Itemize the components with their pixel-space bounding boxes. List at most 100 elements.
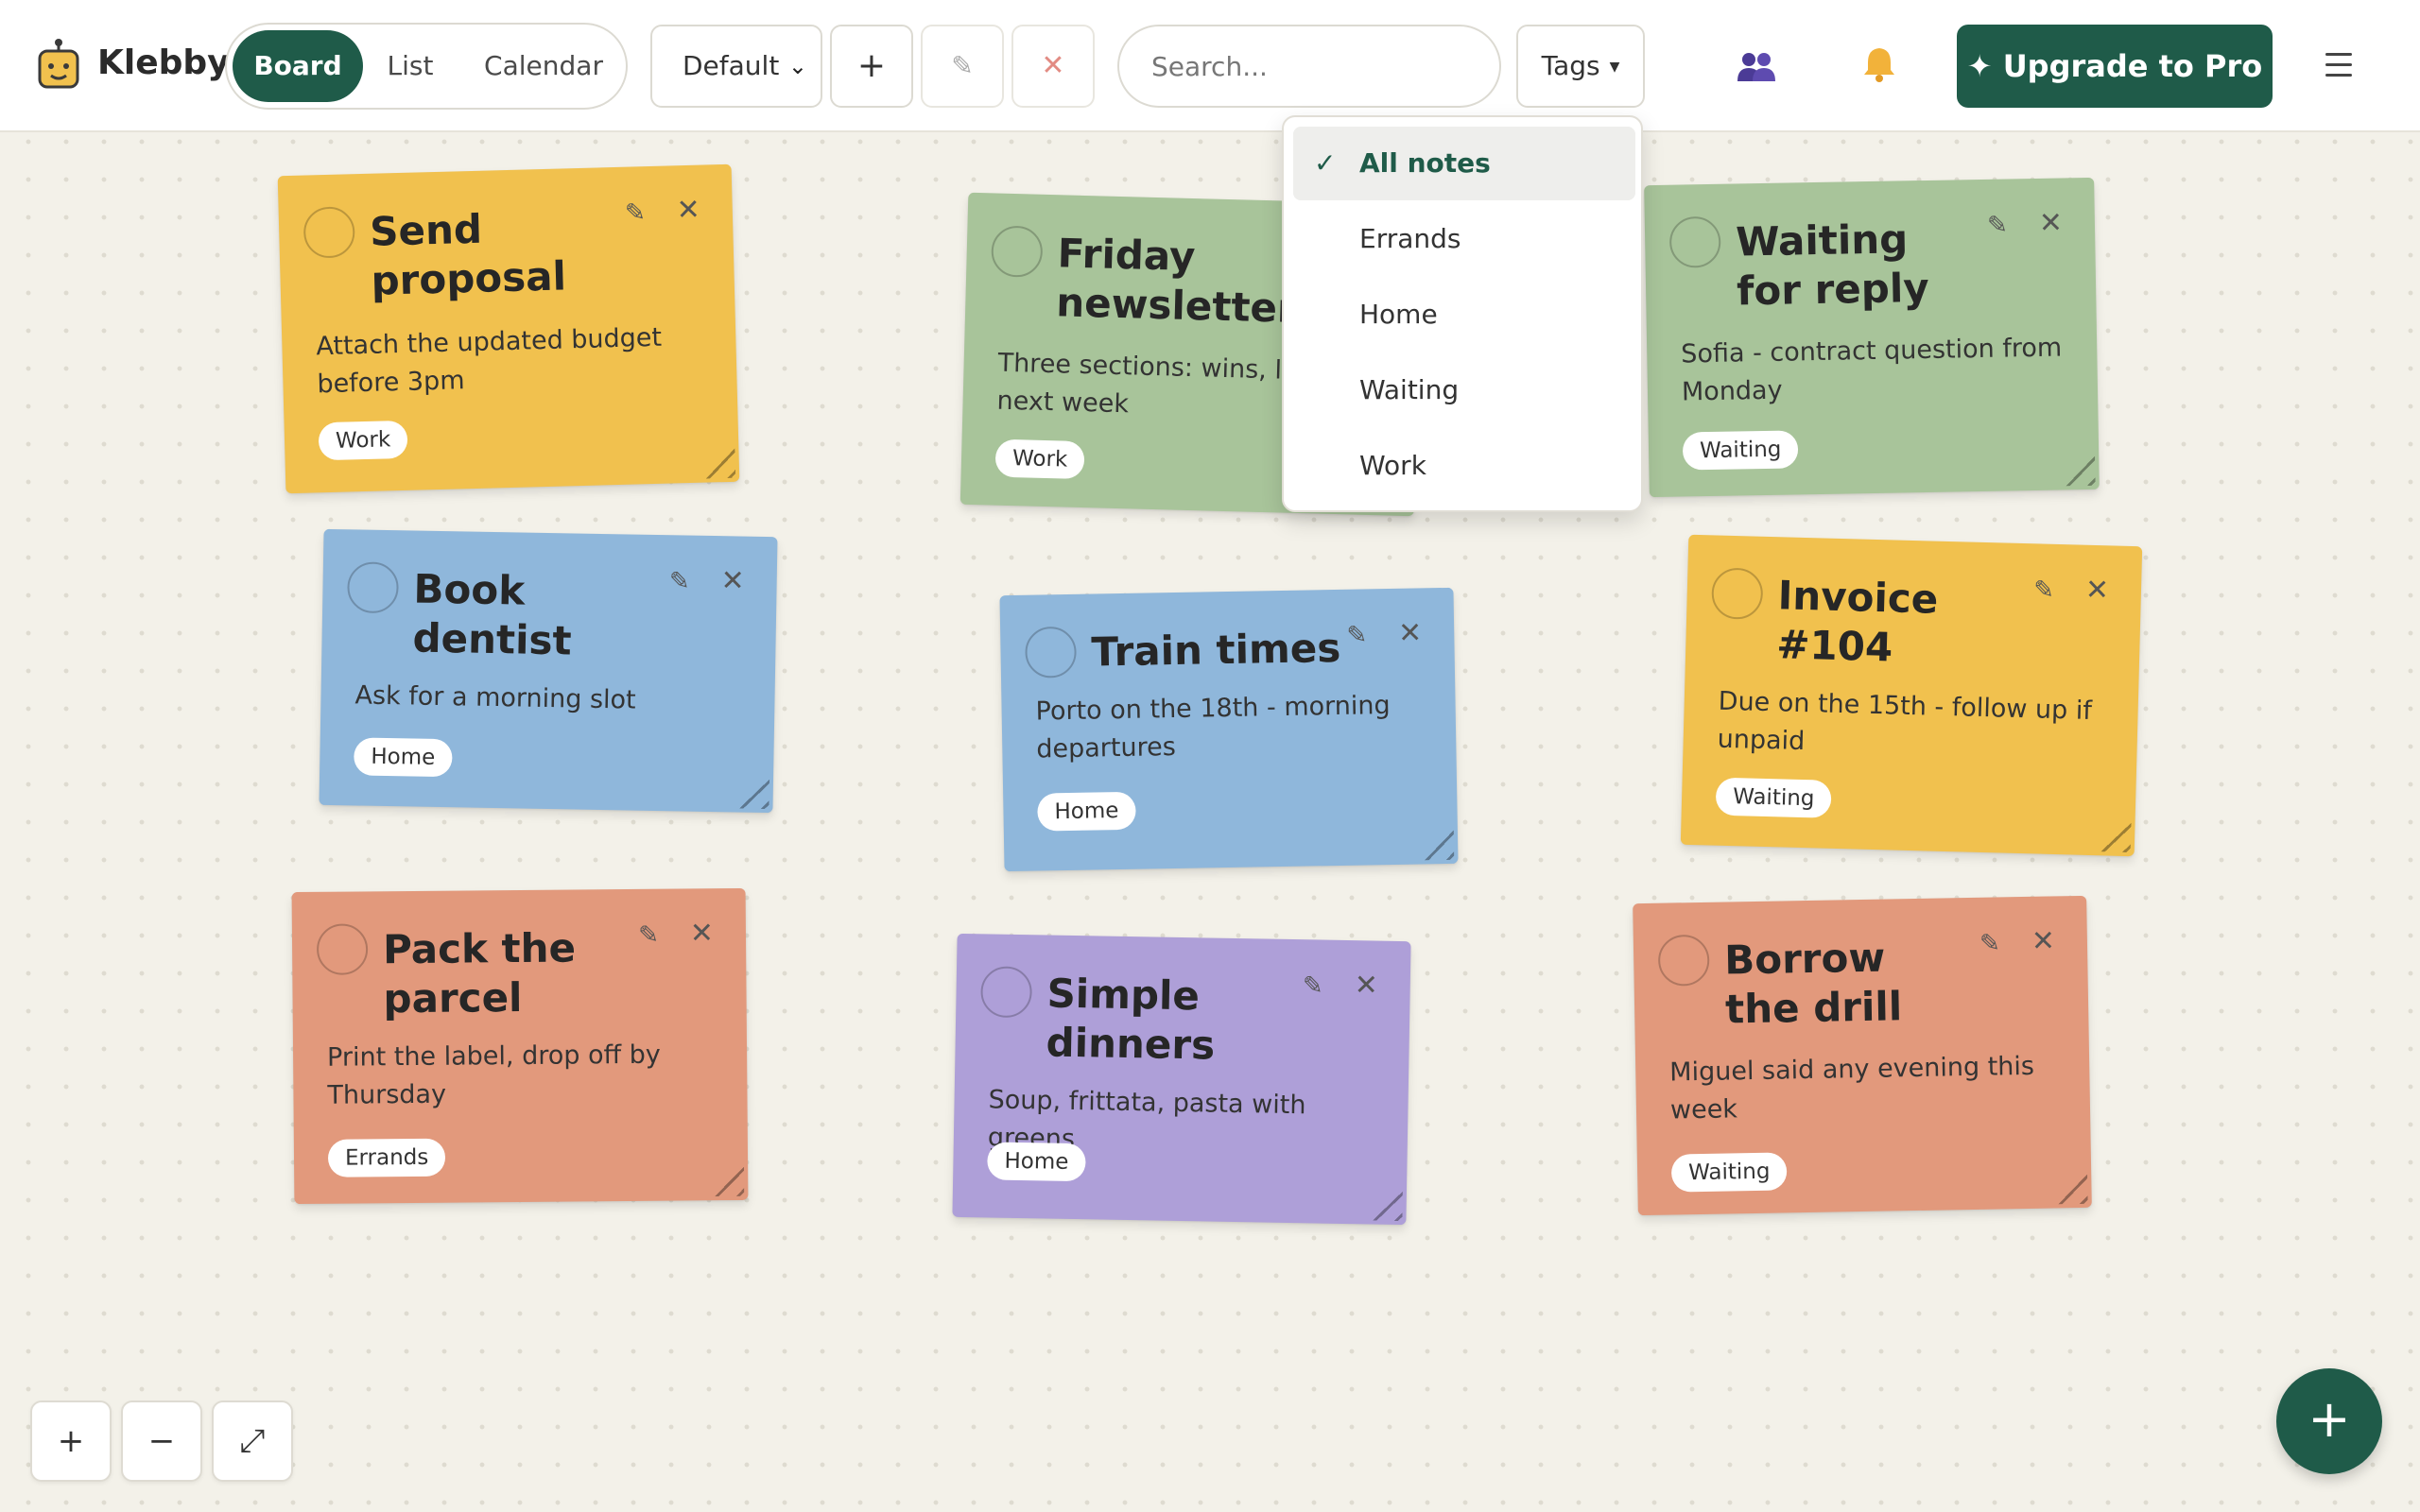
note-edit-pencil-icon[interactable]: ✎ (638, 921, 659, 950)
note-edit-pencil-icon[interactable]: ✎ (1987, 211, 2008, 239)
note-complete-checkbox[interactable] (347, 561, 399, 614)
note-tag: Waiting (1670, 1152, 1788, 1193)
note-card[interactable]: Pack the parcel Print the label, drop of… (291, 887, 749, 1205)
note-edit-pencil-icon[interactable]: ✎ (2033, 576, 2055, 605)
note-body: Print the label, drop off by Thursday (326, 1040, 661, 1110)
view-list-button[interactable]: List (367, 30, 454, 102)
note-close-icon[interactable]: ✕ (1354, 969, 1378, 1002)
board-select[interactable]: Default ⌄ (650, 25, 822, 108)
note-card[interactable]: Borrow the drill Miguel said any evening… (1633, 895, 2092, 1216)
note-tag: Home (987, 1142, 1086, 1182)
tags-menu-item-all-notes[interactable]: ✓ All notes (1293, 127, 1635, 200)
caret-down-icon: ▼ (1609, 60, 1620, 75)
resize-handle[interactable] (727, 766, 769, 809)
note-title: Waiting for reply (1735, 215, 1930, 315)
note-tag: Home (1037, 791, 1136, 832)
note-edit-pencil-icon[interactable]: ✎ (1303, 971, 1323, 1000)
note-close-icon[interactable]: ✕ (676, 194, 700, 228)
note-close-icon[interactable]: ✕ (690, 917, 714, 950)
note-edit-pencil-icon[interactable]: ✎ (669, 567, 690, 595)
tags-menu-item-work[interactable]: Work (1293, 429, 1635, 503)
note-card[interactable]: Train times Porto on the 18th - morning … (999, 587, 1459, 872)
note-body: Sofia - contract question from Monday (1681, 333, 2063, 407)
note-complete-checkbox[interactable] (980, 966, 1033, 1019)
app-brand: Klebby (97, 43, 230, 82)
menu-item-label: Waiting (1359, 374, 1460, 405)
view-switcher: Board List Calendar (225, 23, 628, 110)
note-complete-checkbox[interactable] (316, 923, 369, 975)
note-tag: Waiting (1682, 430, 1799, 471)
note-body: Miguel said any evening this week (1669, 1051, 2035, 1125)
tags-menu-item-errands[interactable]: Errands (1293, 202, 1635, 276)
menu-item-label: Work (1359, 450, 1426, 481)
note-complete-checkbox[interactable] (1657, 934, 1710, 987)
resize-handle[interactable] (1360, 1178, 1403, 1221)
resize-handle[interactable] (693, 437, 735, 479)
note-complete-checkbox[interactable] (302, 206, 355, 259)
note-body: Porto on the 18th - morning departures (1035, 691, 1391, 765)
edit-board-button[interactable]: ✎ (921, 25, 1004, 108)
resize-handle[interactable] (2089, 810, 2132, 852)
note-body: Ask for a morning slot (354, 680, 636, 715)
note-close-icon[interactable]: ✕ (720, 564, 745, 597)
tags-menu-item-home[interactable]: Home (1293, 278, 1635, 352)
menu-item-label: Errands (1359, 223, 1461, 254)
note-title: Friday newsletter (1055, 230, 1298, 332)
note-edit-pencil-icon[interactable]: ✎ (625, 198, 647, 228)
resize-handle[interactable] (1412, 818, 1455, 861)
note-body: Due on the 15th - follow up if unpaid (1717, 686, 2093, 757)
tags-menu-item-waiting[interactable]: Waiting (1293, 353, 1635, 427)
note-card[interactable]: Book dentist Ask for a morning slot Home… (319, 528, 778, 814)
board-select-value: Default (683, 50, 780, 81)
resize-handle[interactable] (2046, 1162, 2088, 1205)
top-bar: Klebby Board List Calendar Default ⌄ + ✎… (0, 0, 2420, 132)
note-close-icon[interactable]: ✕ (2031, 924, 2055, 957)
note-edit-pencil-icon[interactable]: ✎ (1346, 621, 1367, 649)
tags-label: Tags (1541, 50, 1600, 81)
hamburger-menu-icon[interactable] (2325, 53, 2352, 77)
view-calendar-button[interactable]: Calendar (473, 30, 614, 102)
note-edit-pencil-icon[interactable]: ✎ (1979, 929, 2000, 957)
note-title: Borrow the drill (1723, 934, 1903, 1033)
note-card[interactable]: Simple dinners Soup, frittata, pasta wit… (952, 933, 1411, 1226)
note-title: Pack the parcel (382, 924, 577, 1022)
note-tag: Waiting (1715, 777, 1832, 818)
add-board-button[interactable]: + (830, 25, 913, 108)
menu-item-label: All notes (1359, 147, 1491, 179)
close-icon: ✕ (1041, 49, 1065, 82)
resize-handle[interactable] (2053, 444, 2096, 487)
tags-dropdown-menu: ✓ All notes Errands Home Waiting Work (1282, 115, 1643, 512)
note-card[interactable]: Invoice #104 Due on the 15th - follow up… (1680, 534, 2143, 857)
note-close-icon[interactable]: ✕ (1398, 616, 1423, 649)
note-complete-checkbox[interactable] (1025, 626, 1078, 679)
note-tag: Work (318, 420, 408, 461)
upgrade-button[interactable]: ✦ Upgrade to Pro (1957, 25, 2273, 108)
note-complete-checkbox[interactable] (1668, 215, 1721, 268)
view-board-button[interactable]: Board (233, 30, 363, 102)
zoom-in-button[interactable]: + (30, 1400, 112, 1482)
team-icon[interactable] (1736, 49, 1777, 83)
note-close-icon[interactable]: ✕ (2084, 574, 2109, 608)
fit-to-screen-button[interactable]: ⤢ (212, 1400, 293, 1482)
check-icon: ✓ (1314, 147, 1337, 179)
menu-item-label: Home (1359, 299, 1438, 330)
note-complete-checkbox[interactable] (991, 225, 1044, 278)
add-note-fab-button[interactable]: + (2276, 1368, 2382, 1474)
note-tag: Errands (327, 1138, 446, 1177)
note-close-icon[interactable]: ✕ (2038, 206, 2063, 239)
chevron-down-icon: ⌄ (787, 53, 807, 79)
delete-board-button[interactable]: ✕ (1011, 25, 1095, 108)
note-body: Attach the updated budget before 3pm (316, 322, 663, 400)
note-card[interactable]: Send proposal Attach the updated budget … (277, 163, 740, 494)
note-title: Book dentist (412, 565, 572, 664)
tags-filter-button[interactable]: Tags ▼ (1516, 25, 1645, 108)
resize-handle[interactable] (702, 1155, 744, 1196)
bell-icon[interactable] (1862, 45, 1896, 83)
zoom-out-button[interactable]: − (121, 1400, 202, 1482)
note-complete-checkbox[interactable] (1711, 567, 1764, 620)
note-title: Send proposal (369, 205, 567, 304)
note-title: Simple dinners (1046, 970, 1216, 1069)
note-card[interactable]: Waiting for reply Sofia - contract quest… (1644, 177, 2100, 498)
note-title: Invoice #104 (1775, 572, 1939, 671)
search-input[interactable] (1117, 25, 1501, 108)
